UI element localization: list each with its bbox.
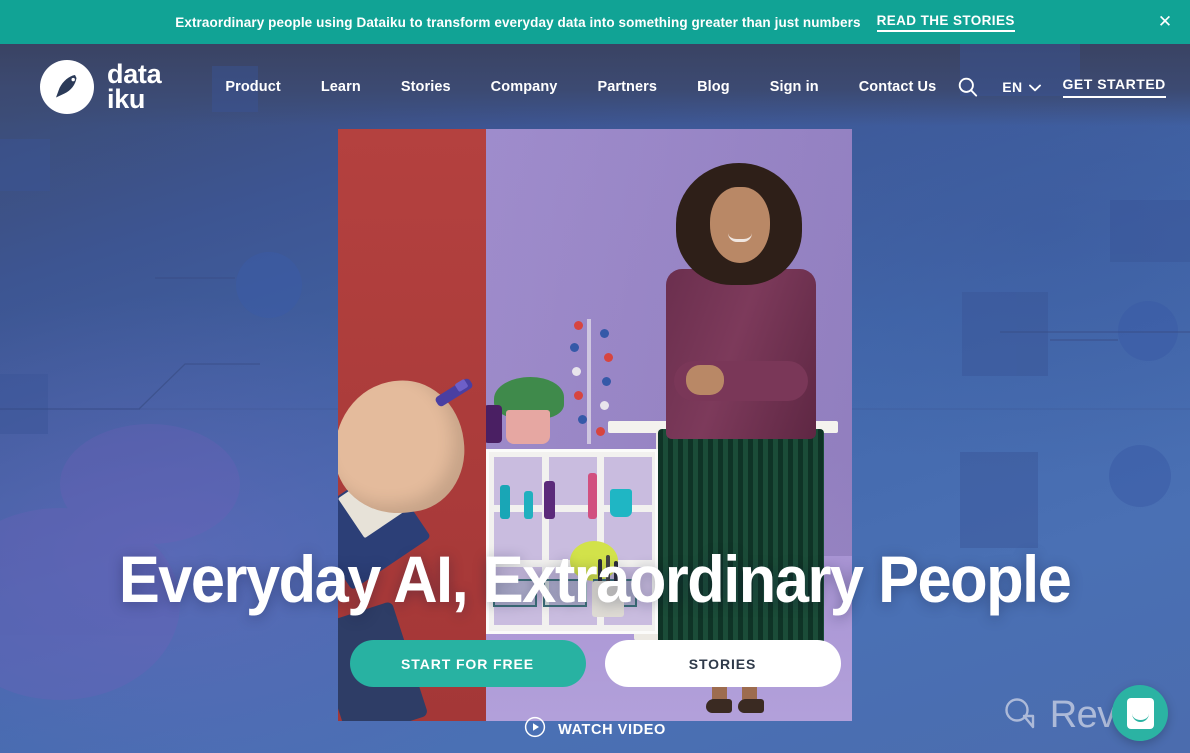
revain-logo-icon	[1000, 694, 1038, 737]
nav-item-contact-us[interactable]: Contact Us	[839, 79, 957, 95]
nav-item-sign-in[interactable]: Sign in	[750, 79, 839, 95]
main-navigation: data iku Product Learn Stories Company P…	[0, 44, 1190, 129]
chevron-down-icon	[1028, 79, 1041, 95]
hero-content: Everyday AI, Extraordinary People START …	[0, 129, 1190, 743]
dataiku-bird-icon	[40, 59, 94, 114]
nav-utilities: EN GET STARTED	[956, 75, 1166, 99]
nav-item-partners[interactable]: Partners	[577, 79, 677, 95]
chat-face-glyph	[1126, 697, 1154, 729]
announcement-message: Extraordinary people using Dataiku to tr…	[175, 14, 861, 30]
announcement-banner: Extraordinary people using Dataiku to tr…	[0, 0, 1190, 44]
play-circle-icon	[524, 716, 546, 743]
logo-line-2: iku	[107, 83, 146, 114]
nav-item-learn[interactable]: Learn	[301, 79, 381, 95]
watch-video-label: WATCH VIDEO	[558, 721, 666, 738]
chat-bubble-icon[interactable]	[1112, 685, 1168, 741]
search-icon[interactable]	[956, 75, 980, 99]
language-label: EN	[1002, 78, 1023, 95]
nav-item-stories[interactable]: Stories	[381, 79, 471, 95]
page-title: Everyday AI, Extraordinary People	[119, 542, 1072, 616]
watch-video-button[interactable]: WATCH VIDEO	[524, 716, 666, 743]
language-selector[interactable]: EN	[1002, 78, 1041, 95]
get-started-button[interactable]: GET STARTED	[1062, 76, 1166, 98]
nav-item-product[interactable]: Product	[205, 79, 300, 95]
read-the-stories-link[interactable]: READ THE STORIES	[876, 13, 1015, 32]
hero-actions: START FOR FREE STORIES	[349, 640, 841, 687]
dataiku-logo[interactable]: data iku	[40, 59, 162, 114]
nav-links: Product Learn Stories Company Partners B…	[205, 79, 956, 95]
close-icon[interactable]: ✕	[1154, 11, 1176, 33]
start-for-free-button[interactable]: START FOR FREE	[349, 640, 586, 687]
nav-item-company[interactable]: Company	[471, 79, 578, 95]
dataiku-wordmark: data iku	[107, 60, 162, 114]
nav-item-blog[interactable]: Blog	[677, 79, 750, 95]
stories-button[interactable]: STORIES	[604, 640, 841, 687]
